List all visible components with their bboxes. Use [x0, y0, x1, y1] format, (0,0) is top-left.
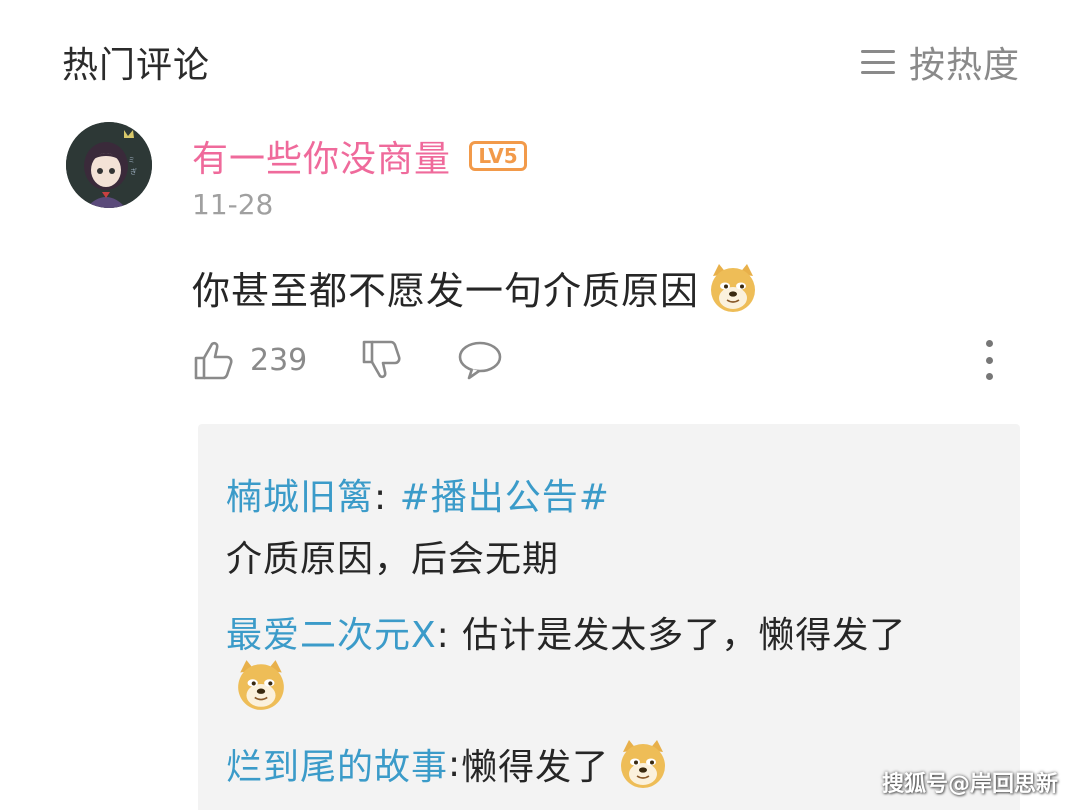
reply-username[interactable]: 楠城旧篱	[226, 477, 374, 518]
menu-icon	[860, 47, 895, 77]
reply-text: 介质原因，后会无期	[226, 539, 560, 580]
comment-date: 11-28	[192, 188, 274, 221]
section-title: 热门评论	[62, 45, 211, 86]
reply-item: 烂到尾的故事: 懒得发了	[226, 738, 669, 790]
username-row: 有一些你没商量 LV5	[192, 130, 528, 182]
more-vertical-icon[interactable]	[982, 340, 996, 380]
sort-by-hot-button[interactable]: 按热度	[860, 36, 1020, 88]
comments-header: 热门评论 按热度	[0, 0, 1080, 120]
reply-item: 最爱二次元X: 估计是发太多了，懒得发了	[226, 606, 906, 658]
reply-button[interactable]	[456, 338, 504, 382]
like-button[interactable]: 239	[192, 338, 307, 382]
reply-emoji-row	[234, 658, 288, 712]
doge-emoji	[711, 263, 756, 312]
comment-actions: 239	[192, 338, 1012, 388]
doge-emoji	[621, 740, 666, 788]
reply-item: 楠城旧篱: #播出公告#	[226, 468, 610, 520]
svg-text:ぎ: ぎ	[130, 167, 137, 176]
reply-username[interactable]: 最爱二次元X	[226, 615, 437, 656]
watermark: 搜狐号@岸回思新	[881, 772, 1058, 797]
topic-tag[interactable]: #播出公告#	[400, 477, 610, 518]
reply-text: 估计是发太多了，懒得发了	[462, 615, 907, 656]
svg-text:ミ: ミ	[128, 156, 135, 164]
dislike-button[interactable]	[360, 338, 404, 382]
reply-separator: :	[436, 615, 463, 656]
doge-emoji	[238, 660, 284, 710]
reply-separator: :	[448, 743, 462, 785]
like-count: 239	[250, 342, 308, 378]
comment-text-row: 你甚至都不愿发一句介质原因	[192, 260, 759, 315]
level-badge: LV5	[469, 141, 528, 171]
reply-preview-box[interactable]: 楠城旧篱: #播出公告# 介质原因，后会无期 最爱二次元X: 估计是发太多了，懒…	[198, 424, 1020, 810]
reply-separator: :	[374, 477, 400, 518]
reply-text: 懒得发了	[461, 747, 610, 788]
avatar[interactable]: ミ ぎ	[66, 122, 152, 208]
thumbs-up-icon	[194, 341, 233, 380]
thumbs-down-icon	[362, 340, 401, 379]
sort-label: 按热度	[908, 45, 1020, 86]
chat-bubble-icon	[458, 341, 502, 380]
comment-text: 你甚至都不愿发一句介质原因	[192, 269, 700, 313]
reply-username[interactable]: 烂到尾的故事	[226, 738, 448, 790]
username[interactable]: 有一些你没商量	[192, 130, 451, 182]
